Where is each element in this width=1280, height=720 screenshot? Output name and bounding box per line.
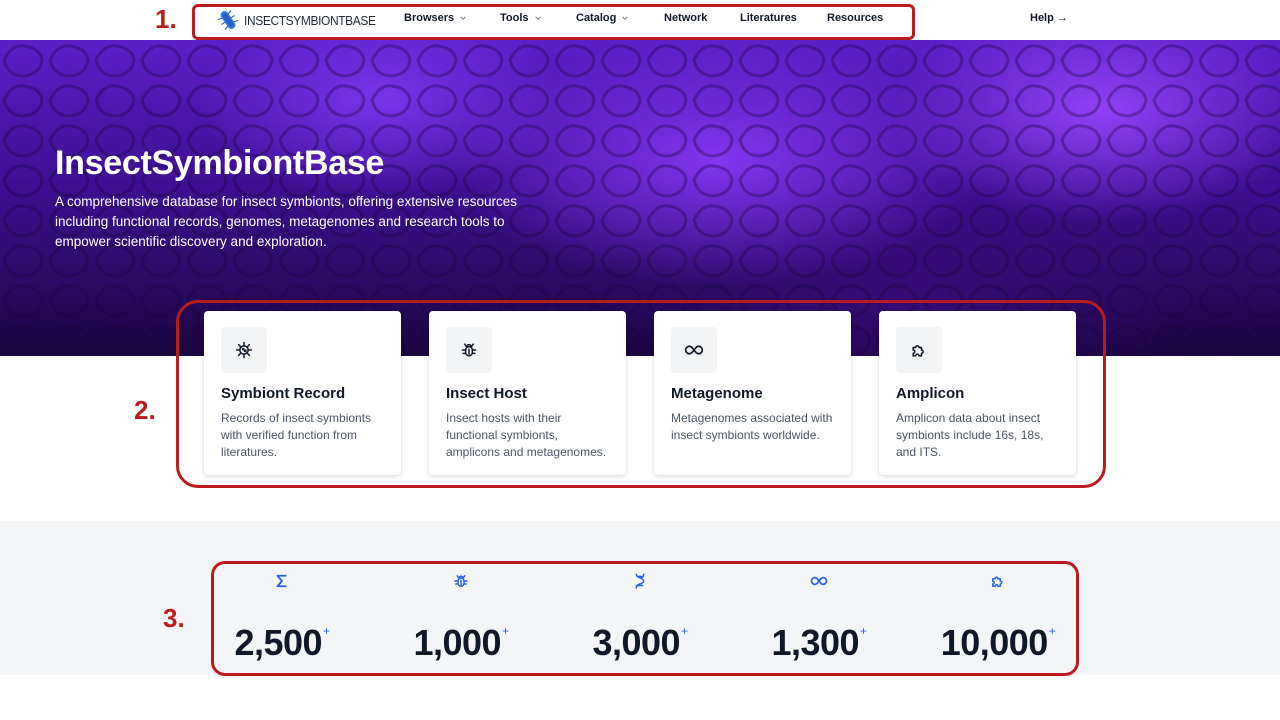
card-title: Metagenome bbox=[671, 385, 763, 402]
sigma-icon bbox=[276, 574, 287, 588]
card-title: Insect Host bbox=[446, 385, 527, 402]
nav-tools[interactable]: Tools bbox=[500, 12, 542, 24]
help-link[interactable]: Help → bbox=[1030, 12, 1068, 24]
stat-value: 2,500+ bbox=[202, 622, 362, 664]
stat-suffix: + bbox=[860, 624, 867, 638]
card-description: Metagenomes associated with insect symbi… bbox=[671, 411, 833, 442]
help-label: Help bbox=[1030, 12, 1054, 24]
card-title: Amplicon bbox=[896, 385, 965, 402]
card-description: Insect hosts with their functional symbi… bbox=[446, 411, 607, 459]
brand-name: INSECTSYMBIONTBASE bbox=[244, 12, 376, 28]
bug-icon bbox=[454, 575, 468, 587]
hero-banner: InsectSymbiontBase A comprehensive datab… bbox=[0, 40, 1280, 356]
annotation-label-2: 2. bbox=[134, 395, 156, 425]
top-navbar: INSECTSYMBIONTBASE Browsers Tools Catalo… bbox=[0, 0, 1280, 40]
stat-suffix: + bbox=[681, 624, 688, 638]
card-symbiont-record[interactable]: Symbiont Record Records of insect symbio… bbox=[204, 311, 401, 475]
stat-value: 1,000+ bbox=[381, 622, 541, 664]
stat-value: 3,000+ bbox=[560, 622, 720, 664]
chevron-down-icon bbox=[534, 16, 541, 20]
nav-resources[interactable]: Resources bbox=[827, 12, 883, 24]
hero-description: A comprehensive database for insect symb… bbox=[55, 194, 517, 249]
nav-literatures-label: Literatures bbox=[740, 12, 797, 24]
nav-network[interactable]: Network bbox=[664, 12, 707, 24]
nav-network-label: Network bbox=[664, 12, 708, 24]
annotation-label-3: 3. bbox=[163, 603, 185, 633]
card-icon-container bbox=[446, 327, 492, 373]
nav-literatures[interactable]: Literatures bbox=[740, 12, 797, 24]
stat-item: 10,000+ bbox=[918, 572, 1078, 663]
bacterium-logo-icon bbox=[217, 10, 239, 30]
stat-item: 2,500+ bbox=[202, 572, 362, 663]
stat-number: 1,000 bbox=[413, 622, 502, 663]
card-insect-host[interactable]: Insect Host Insect hosts with their func… bbox=[429, 311, 626, 475]
card-icon-container bbox=[671, 327, 717, 373]
card-icon-container bbox=[221, 327, 267, 373]
nav-catalog[interactable]: Catalog bbox=[576, 12, 629, 24]
chevron-down-icon bbox=[622, 16, 629, 20]
stat-item: 1,300+ bbox=[739, 572, 899, 663]
card-metagenome[interactable]: Metagenome Metagenomes associated with i… bbox=[654, 311, 851, 475]
nav-browsers-label: Browsers bbox=[404, 12, 455, 24]
annotation-label-1: 1. bbox=[155, 4, 177, 34]
stat-number: 1,300 bbox=[771, 622, 860, 663]
chevron-down-icon bbox=[460, 16, 466, 20]
stat-value: 1,300+ bbox=[739, 622, 899, 664]
stat-number: 2,500 bbox=[234, 622, 323, 663]
card-title: Symbiont Record bbox=[221, 385, 346, 402]
puzzle-icon bbox=[992, 576, 1003, 587]
stat-item: 3,000+ bbox=[560, 572, 720, 663]
dna-icon bbox=[635, 573, 645, 589]
arrow-right-icon: → bbox=[1056, 12, 1068, 24]
stat-suffix: + bbox=[502, 624, 509, 638]
stat-value: 10,000+ bbox=[918, 622, 1078, 664]
nav-resources-label: Resources bbox=[827, 12, 884, 24]
puzzle-icon bbox=[912, 345, 924, 357]
bug-icon bbox=[461, 343, 477, 357]
stat-suffix: + bbox=[323, 624, 330, 638]
nav-tools-label: Tools bbox=[500, 12, 529, 24]
nav-browsers[interactable]: Browsers bbox=[404, 12, 467, 24]
card-amplicon[interactable]: Amplicon Amplicon data about insect symb… bbox=[879, 311, 1076, 475]
hero-title: InsectSymbiontBase bbox=[55, 144, 385, 182]
nav-catalog-label: Catalog bbox=[576, 12, 617, 24]
stat-number: 10,000 bbox=[940, 622, 1049, 663]
card-icon-container bbox=[896, 327, 942, 373]
stat-number: 3,000 bbox=[592, 622, 681, 663]
card-description: Records of insect symbionts with verifie… bbox=[221, 411, 372, 459]
infinity-icon bbox=[684, 345, 704, 355]
stat-item: 1,000+ bbox=[381, 572, 541, 663]
card-description: Amplicon data about insect symbionts inc… bbox=[896, 411, 1044, 459]
stat-suffix: + bbox=[1048, 624, 1056, 638]
brand-logo-link[interactable]: INSECTSYMBIONTBASE bbox=[216, 8, 387, 32]
infinity-icon bbox=[810, 576, 828, 586]
virus-icon bbox=[235, 341, 253, 359]
